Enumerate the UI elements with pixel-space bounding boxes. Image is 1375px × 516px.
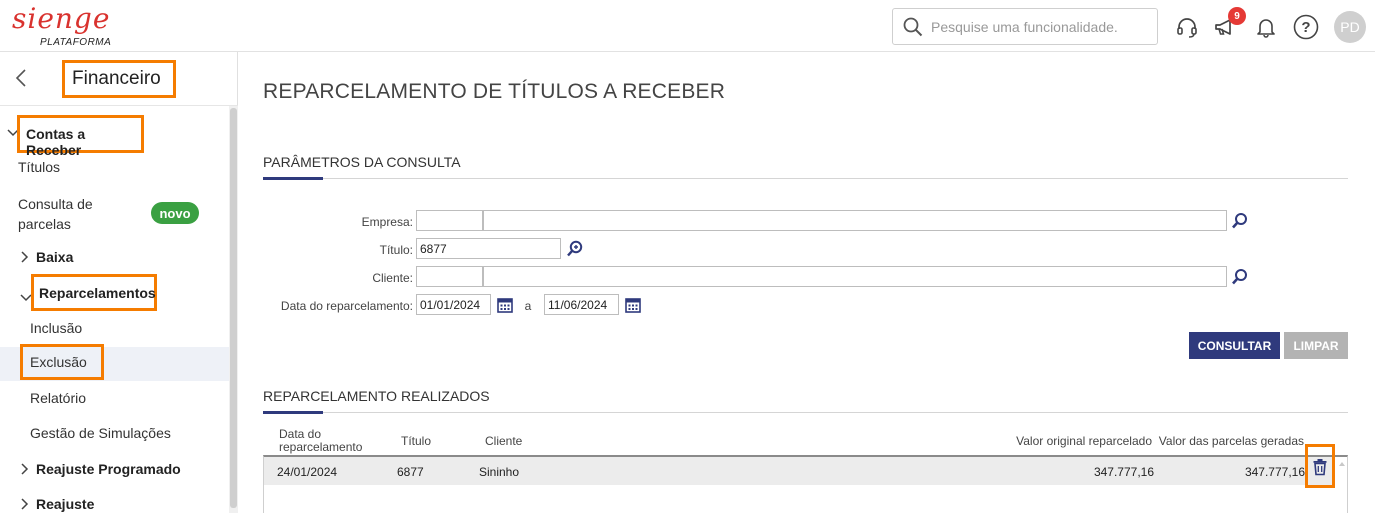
new-badge: novo (151, 202, 199, 224)
limpar-button[interactable]: LIMPAR (1284, 332, 1348, 359)
cell-cliente: Sininho (479, 465, 520, 479)
svg-text:?: ? (1301, 19, 1310, 36)
table-scrollbar[interactable] (1336, 457, 1348, 513)
empresa-code-field[interactable] (416, 210, 483, 231)
sidebar-scroll-thumb[interactable] (230, 108, 237, 508)
sidebar-group-reajuste-programado[interactable]: Reajuste Programado (36, 461, 181, 477)
titulo-lookup-icon[interactable] (564, 238, 586, 260)
cliente-name-field[interactable] (483, 266, 1227, 287)
section-accent (263, 177, 323, 180)
sienge-logo[interactable]: sienge PLATAFORMA (10, 2, 120, 49)
sidebar-item-gestao-simulacoes[interactable]: Gestão de Simulações (30, 425, 171, 441)
help-icon[interactable]: ? (1293, 14, 1319, 40)
section-divider (263, 178, 1348, 179)
headset-support-icon[interactable] (1174, 14, 1200, 40)
empresa-search-icon[interactable] (1229, 210, 1251, 232)
logo-wordmark: sienge (12, 2, 111, 35)
empresa-name-field[interactable] (483, 210, 1227, 231)
date-separator: a (524, 299, 532, 313)
section-accent (263, 411, 323, 414)
sidebar-group-reajuste[interactable]: Reajuste (36, 496, 94, 512)
section-title-resultados: REPARCELAMENTO REALIZADOS (263, 388, 490, 404)
sidebar-item-label: Consulta de (18, 196, 93, 212)
logo-subtitle: PLATAFORMA (40, 37, 112, 48)
column-header-valor-parcelas[interactable]: Valor das parcelas geradas (1158, 435, 1304, 448)
cell-data: 24/01/2024 (277, 465, 338, 479)
date-from-field[interactable] (416, 294, 491, 315)
titulo-field[interactable] (416, 238, 561, 259)
user-avatar[interactable]: PD (1334, 11, 1366, 43)
sidebar-item-inclusao[interactable]: Inclusão (30, 320, 82, 336)
chevron-right-icon[interactable] (20, 462, 30, 481)
calendar-icon[interactable] (494, 294, 516, 316)
empresa-label: Empresa: (361, 215, 413, 229)
notification-count-badge: 9 (1228, 7, 1246, 25)
sidebar-section-contas-a-receber[interactable]: Contas a Receber (17, 115, 144, 158)
scroll-up-arrow-icon (1339, 462, 1345, 466)
data-reparcelamento-label: Data do reparcelamento: (280, 299, 413, 313)
column-header-valor-original[interactable]: Valor original reparcelado (990, 435, 1152, 448)
bell-icon[interactable] (1253, 14, 1279, 40)
delete-row-button[interactable] (1305, 444, 1335, 488)
column-header-cliente[interactable]: Cliente (485, 435, 522, 448)
column-header-label: reparcelamento (279, 440, 363, 454)
cell-valor-parcelas: 347.777,16 (1244, 465, 1305, 479)
column-header-data[interactable]: Data do reparcelamento (279, 428, 362, 454)
sidebar-item-exclusao[interactable]: Exclusão (20, 344, 104, 380)
sidebar-item-relatorio[interactable]: Relatório (30, 390, 86, 406)
sidebar-item-consulta-parcelas[interactable]: Consulta de parcelas (18, 194, 93, 234)
back-chevron-icon[interactable] (14, 68, 28, 93)
sidebar-group-baixa[interactable]: Baixa (36, 249, 73, 265)
section-title-parametros: PARÂMETROS DA CONSULTA (263, 154, 461, 170)
sidebar-header: Financeiro (0, 52, 238, 106)
cliente-code-field[interactable] (416, 266, 483, 287)
consultar-button[interactable]: CONSULTAR (1189, 332, 1280, 359)
top-bar: sienge PLATAFORMA 9 ? PD (0, 0, 1375, 52)
section-divider (263, 412, 1348, 413)
search-input[interactable] (931, 15, 1151, 39)
cell-valor-original: 347.777,16 (1093, 465, 1154, 479)
chevron-right-icon[interactable] (20, 250, 30, 269)
column-header-titulo[interactable]: Título (401, 435, 431, 448)
cliente-label: Cliente: (372, 271, 413, 285)
sidebar: Financeiro Contas a Receber Títulos Cons… (0, 52, 238, 513)
sidebar-item-titulos[interactable]: Títulos (18, 159, 60, 175)
search-box[interactable] (892, 8, 1158, 45)
sidebar-group-reparcelamentos[interactable]: Reparcelamentos (31, 274, 157, 311)
cell-titulo: 6877 (397, 465, 424, 479)
calendar-icon[interactable] (622, 294, 644, 316)
page-title: REPARCELAMENTO DE TÍTULOS A RECEBER (263, 80, 726, 103)
cliente-search-icon[interactable] (1229, 266, 1251, 288)
titulo-label: Título: (379, 243, 413, 257)
chevron-right-icon[interactable] (20, 497, 30, 516)
search-icon (903, 17, 923, 42)
module-title: Financeiro (62, 60, 176, 98)
date-to-field[interactable] (544, 294, 619, 315)
trash-icon (1312, 458, 1328, 481)
sidebar-item-label: parcelas (18, 216, 71, 232)
